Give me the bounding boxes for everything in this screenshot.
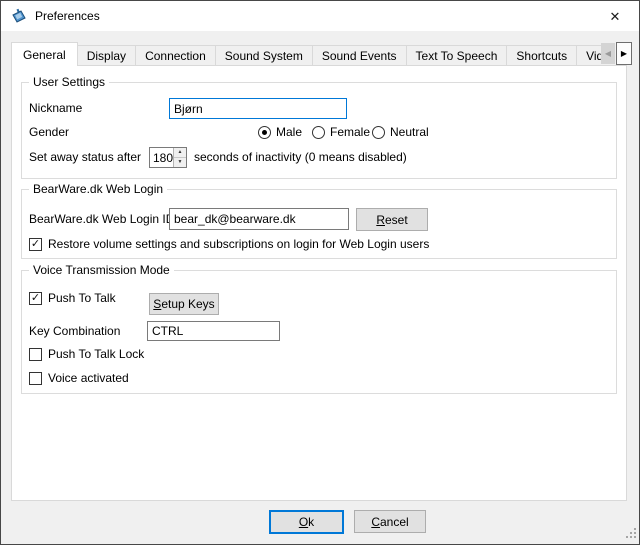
voice-activated-label: Voice activated [48,372,129,385]
close-icon: ✕ [610,10,621,23]
gender-male-label: Male [276,126,302,139]
tab-connection[interactable]: Connection [135,45,216,66]
preferences-dialog: Preferences ✕ General Display Connection… [0,0,640,545]
push-to-talk-lock-label: Push To Talk Lock [48,348,144,361]
restore-volume-checkbox[interactable]: ✓ [29,238,42,251]
away-seconds-spinner[interactable]: 180 ▲ ▼ [149,147,187,168]
away-status-label: Set away status after [29,151,141,164]
tab-scroll-right-button[interactable]: ▶ [616,42,632,65]
window-title: Preferences [35,9,100,23]
spin-up-button[interactable]: ▲ [174,148,186,158]
tab-bar: General Display Connection Sound System … [11,42,601,66]
tab-sound-events[interactable]: Sound Events [312,45,407,66]
gender-female-label: Female [330,126,370,139]
check-icon: ✓ [31,239,40,250]
key-combination-input[interactable] [147,321,280,341]
gender-neutral-label: Neutral [390,126,429,139]
spinner-buttons: ▲ ▼ [173,148,186,167]
spin-down-button[interactable]: ▼ [174,158,186,167]
tab-sound-system[interactable]: Sound System [215,45,313,66]
app-icon [11,8,27,24]
ok-button[interactable]: Ok [269,510,344,534]
scroll-left-icon: ◀ [605,50,611,58]
reset-button-mnemonic: R [376,213,385,227]
ok-button-label: k [308,515,314,529]
setup-keys-button-label: etup Keys [161,297,214,311]
radio-dot [262,130,267,135]
tab-text-to-speech[interactable]: Text To Speech [406,45,508,66]
cancel-button-label: ancel [380,515,409,529]
spin-down-icon: ▼ [178,160,183,165]
resize-grip-icon[interactable] [623,528,636,541]
cancel-button[interactable]: Cancel [354,510,426,533]
web-login-group-title: BearWare.dk Web Login [29,182,167,196]
user-settings-group-title: User Settings [29,75,109,89]
close-button[interactable]: ✕ [597,1,633,31]
cancel-button-mnemonic: C [371,515,380,529]
check-icon: ✓ [31,293,40,304]
away-status-suffix-label: seconds of inactivity (0 means disabled) [194,151,407,164]
tab-display[interactable]: Display [77,45,136,66]
tab-scroll-left-button: ◀ [601,43,615,64]
spin-up-icon: ▲ [178,150,183,155]
gender-neutral-radio[interactable] [372,126,385,139]
tab-video[interactable]: Video [576,45,601,66]
gender-female-radio[interactable] [312,126,325,139]
ok-button-mnemonic: O [299,515,308,529]
reset-button[interactable]: Reset [356,208,428,231]
voice-activated-checkbox[interactable] [29,372,42,385]
setup-keys-button[interactable]: Setup Keys [149,293,219,315]
scroll-right-icon: ▶ [621,50,627,58]
tab-shortcuts[interactable]: Shortcuts [506,45,577,66]
push-to-talk-label: Push To Talk [48,292,116,305]
gender-label: Gender [29,126,69,139]
voice-transmission-group-title: Voice Transmission Mode [29,263,174,277]
tab-general[interactable]: General [11,42,78,66]
reset-button-label: eset [385,213,408,227]
restore-volume-label: Restore volume settings and subscription… [48,238,429,251]
push-to-talk-lock-checkbox[interactable] [29,348,42,361]
nickname-input[interactable] [169,98,347,119]
nickname-label: Nickname [29,102,82,115]
push-to-talk-checkbox[interactable]: ✓ [29,292,42,305]
web-login-id-label: BearWare.dk Web Login ID [29,213,174,226]
titlebar[interactable]: Preferences ✕ [1,1,639,31]
key-combination-label: Key Combination [29,325,120,338]
web-login-id-input[interactable] [169,208,349,230]
gender-male-radio[interactable] [258,126,271,139]
away-seconds-value: 180 [150,148,173,167]
